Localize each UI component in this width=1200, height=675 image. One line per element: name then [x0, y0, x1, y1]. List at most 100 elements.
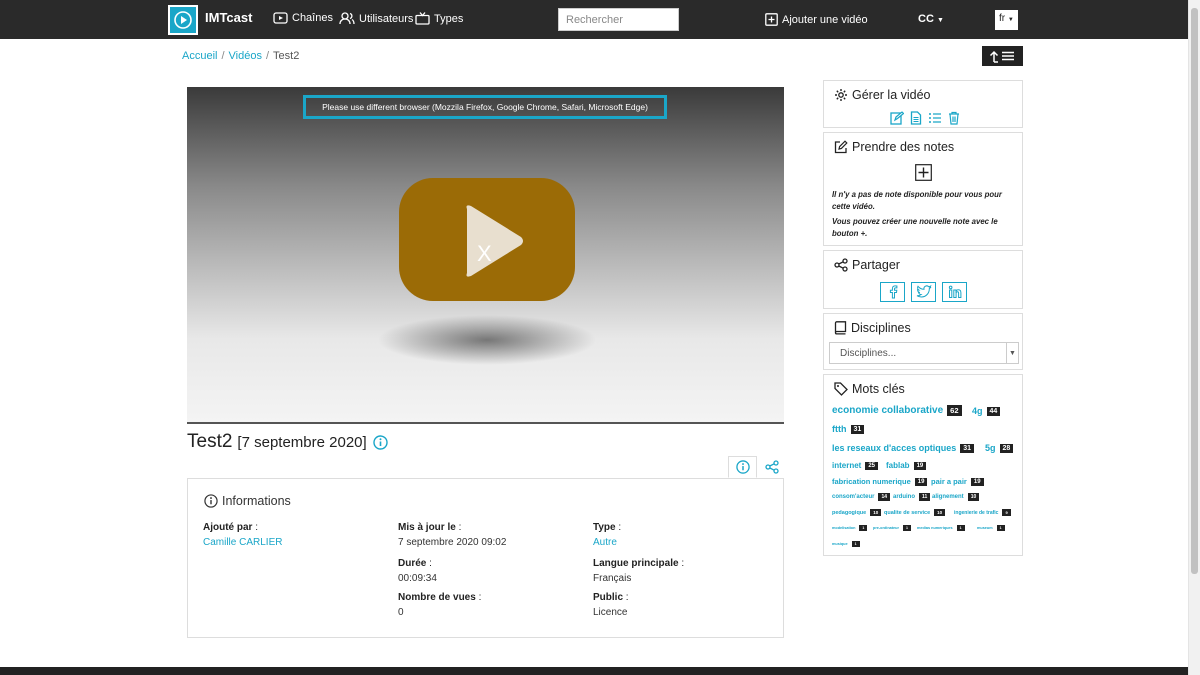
- caret-down-icon: ▼: [936, 17, 944, 24]
- notes-empty-text: Il n'y a pas de note disponible pour vou…: [832, 190, 1002, 211]
- video-player[interactable]: Please use different browser (Mozzila Fi…: [187, 87, 784, 423]
- tag-item[interactable]: economie collaborative 62: [832, 405, 962, 416]
- notes-card: Prendre des notes Il n'y a pas de note d…: [823, 132, 1023, 246]
- field-duration: Durée 00:09:34: [398, 558, 437, 584]
- share-title: Partager: [852, 258, 900, 272]
- nav-users[interactable]: Utilisateurs: [339, 12, 413, 25]
- chevron-down-icon: ▼: [1006, 343, 1018, 363]
- edit-icon[interactable]: [890, 111, 904, 125]
- informations-panel: Informations Ajouté par Camille CARLIER …: [187, 478, 784, 638]
- tv-icon: [415, 12, 430, 25]
- video-icon: [273, 12, 288, 24]
- info-circle-icon: [204, 494, 218, 508]
- tag-item[interactable]: pair a pair 19: [931, 477, 984, 486]
- tag-item[interactable]: consom'acteur 14: [832, 493, 891, 501]
- user-menu[interactable]: CC ▼: [918, 13, 944, 25]
- search-input[interactable]: [558, 8, 679, 31]
- top-navbar: IMTcast Chaînes Utilisateurs Types Ajout…: [0, 0, 1188, 39]
- tag-item[interactable]: arduino 11: [893, 493, 931, 501]
- player-shadow: [377, 315, 597, 365]
- brand-name: IMTcast: [205, 9, 253, 25]
- browser-notice: Please use different browser (Mozzila Fi…: [303, 95, 667, 119]
- scrollbar-thumb[interactable]: [1191, 8, 1198, 574]
- info-tabs: [728, 456, 786, 478]
- twitter-icon[interactable]: [911, 282, 936, 302]
- share-icon: [764, 460, 779, 474]
- tag-item[interactable]: fabrication numerique 19: [832, 477, 928, 486]
- nav-types[interactable]: Types: [415, 12, 463, 25]
- tag-item[interactable]: ftth 31: [832, 424, 865, 434]
- disciplines-select[interactable]: Disciplines... ▼: [829, 342, 1019, 364]
- tag-item[interactable]: 4g 44: [972, 406, 1001, 416]
- keywords-card: Mots clés economie collaborative 62 4g 44 …: [823, 374, 1023, 556]
- field-views: Nombre de vues 0: [398, 592, 481, 618]
- disciplines-card: Disciplines Disciplines... ▼: [823, 313, 1023, 370]
- document-icon[interactable]: [909, 111, 923, 125]
- notes-hint-text: Vous pouvez créer une nouvelle note avec…: [832, 217, 998, 238]
- informations-heading: Informations: [204, 494, 291, 508]
- breadcrumb: Accueil / Vidéos / Test2: [182, 50, 300, 62]
- play-triangle-icon: [466, 205, 523, 277]
- field-language: Langue principale Français: [593, 558, 684, 584]
- plus-square-icon: [765, 13, 778, 26]
- info-circle-icon[interactable]: [372, 434, 388, 450]
- tab-info[interactable]: [728, 456, 757, 478]
- video-date: [7 septembre 2020]: [237, 433, 367, 451]
- share-buttons: [880, 282, 967, 302]
- share-icon: [834, 258, 848, 272]
- add-video-link[interactable]: Ajouter une vidéo: [765, 13, 868, 26]
- type-link[interactable]: Autre: [593, 537, 617, 548]
- facebook-icon[interactable]: [880, 282, 905, 302]
- linkedin-icon[interactable]: [942, 282, 967, 302]
- footer-bar: [0, 667, 1188, 675]
- field-added-by: Ajouté par Camille CARLIER: [203, 522, 282, 548]
- arrow-up-list-icon: [989, 50, 1014, 63]
- manage-toolbar: [890, 111, 961, 125]
- author-link[interactable]: Camille CARLIER: [203, 537, 282, 548]
- tag-item[interactable]: ingenierie de trafic 9: [954, 509, 1011, 516]
- plus-square-icon: [915, 164, 932, 181]
- language-select[interactable]: fr ▼: [995, 10, 1018, 30]
- users-icon: [339, 12, 355, 25]
- player-error-mark: X: [477, 241, 492, 266]
- tag-icon: [834, 382, 848, 396]
- gear-icon: [835, 89, 847, 101]
- caret-down-icon: ▼: [1007, 17, 1014, 23]
- info-circle-icon: [735, 460, 750, 474]
- field-public: Public Licence: [593, 592, 629, 618]
- breadcrumb-home[interactable]: Accueil: [182, 50, 217, 62]
- tag-item[interactable]: medias numeriques 1: [917, 525, 965, 531]
- tag-item[interactable]: 5g 28: [985, 443, 1014, 453]
- tag-item[interactable]: alignement 10: [932, 493, 980, 501]
- list-icon[interactable]: [928, 111, 942, 125]
- tag-item[interactable]: musique 1: [832, 541, 860, 547]
- tag-item[interactable]: pre-ordinateur 1: [873, 525, 911, 531]
- tag-item[interactable]: qualite de service 10: [884, 509, 946, 516]
- tag-item[interactable]: modelisation 1: [832, 525, 868, 531]
- video-title: Test2 [7 septembre 2020]: [187, 431, 388, 453]
- keywords-title: Mots clés: [852, 382, 905, 396]
- trash-icon[interactable]: [947, 111, 961, 125]
- notes-title: Prendre des notes: [852, 140, 955, 154]
- breadcrumb-videos[interactable]: Vidéos: [229, 50, 262, 62]
- manage-video-title: Gérer la vidéo: [852, 88, 931, 102]
- logo-play-icon: [168, 5, 198, 35]
- field-type: Type Autre: [593, 522, 621, 548]
- disciplines-title: Disciplines: [851, 321, 911, 335]
- tag-item[interactable]: museum 1: [977, 525, 1005, 531]
- brand[interactable]: IMTcast: [168, 5, 252, 35]
- tab-share[interactable]: [757, 456, 786, 478]
- tag-item[interactable]: internet 25: [832, 461, 879, 470]
- share-card: Partager: [823, 250, 1023, 309]
- nav-channels[interactable]: Chaînes: [273, 12, 333, 24]
- player-progress-line: [187, 422, 784, 424]
- tag-item[interactable]: fablab 19: [886, 461, 927, 470]
- tag-item[interactable]: les reseaux d'acces optiques 31: [832, 443, 974, 453]
- page-scrollbar[interactable]: [1188, 0, 1200, 675]
- pencil-square-icon: [834, 140, 848, 154]
- book-icon: [834, 321, 847, 335]
- toggle-sidebar-button[interactable]: [982, 46, 1023, 66]
- add-note-button[interactable]: [915, 164, 932, 181]
- tag-item[interactable]: pedagogique 10: [832, 509, 882, 516]
- breadcrumb-current: Test2: [273, 50, 300, 62]
